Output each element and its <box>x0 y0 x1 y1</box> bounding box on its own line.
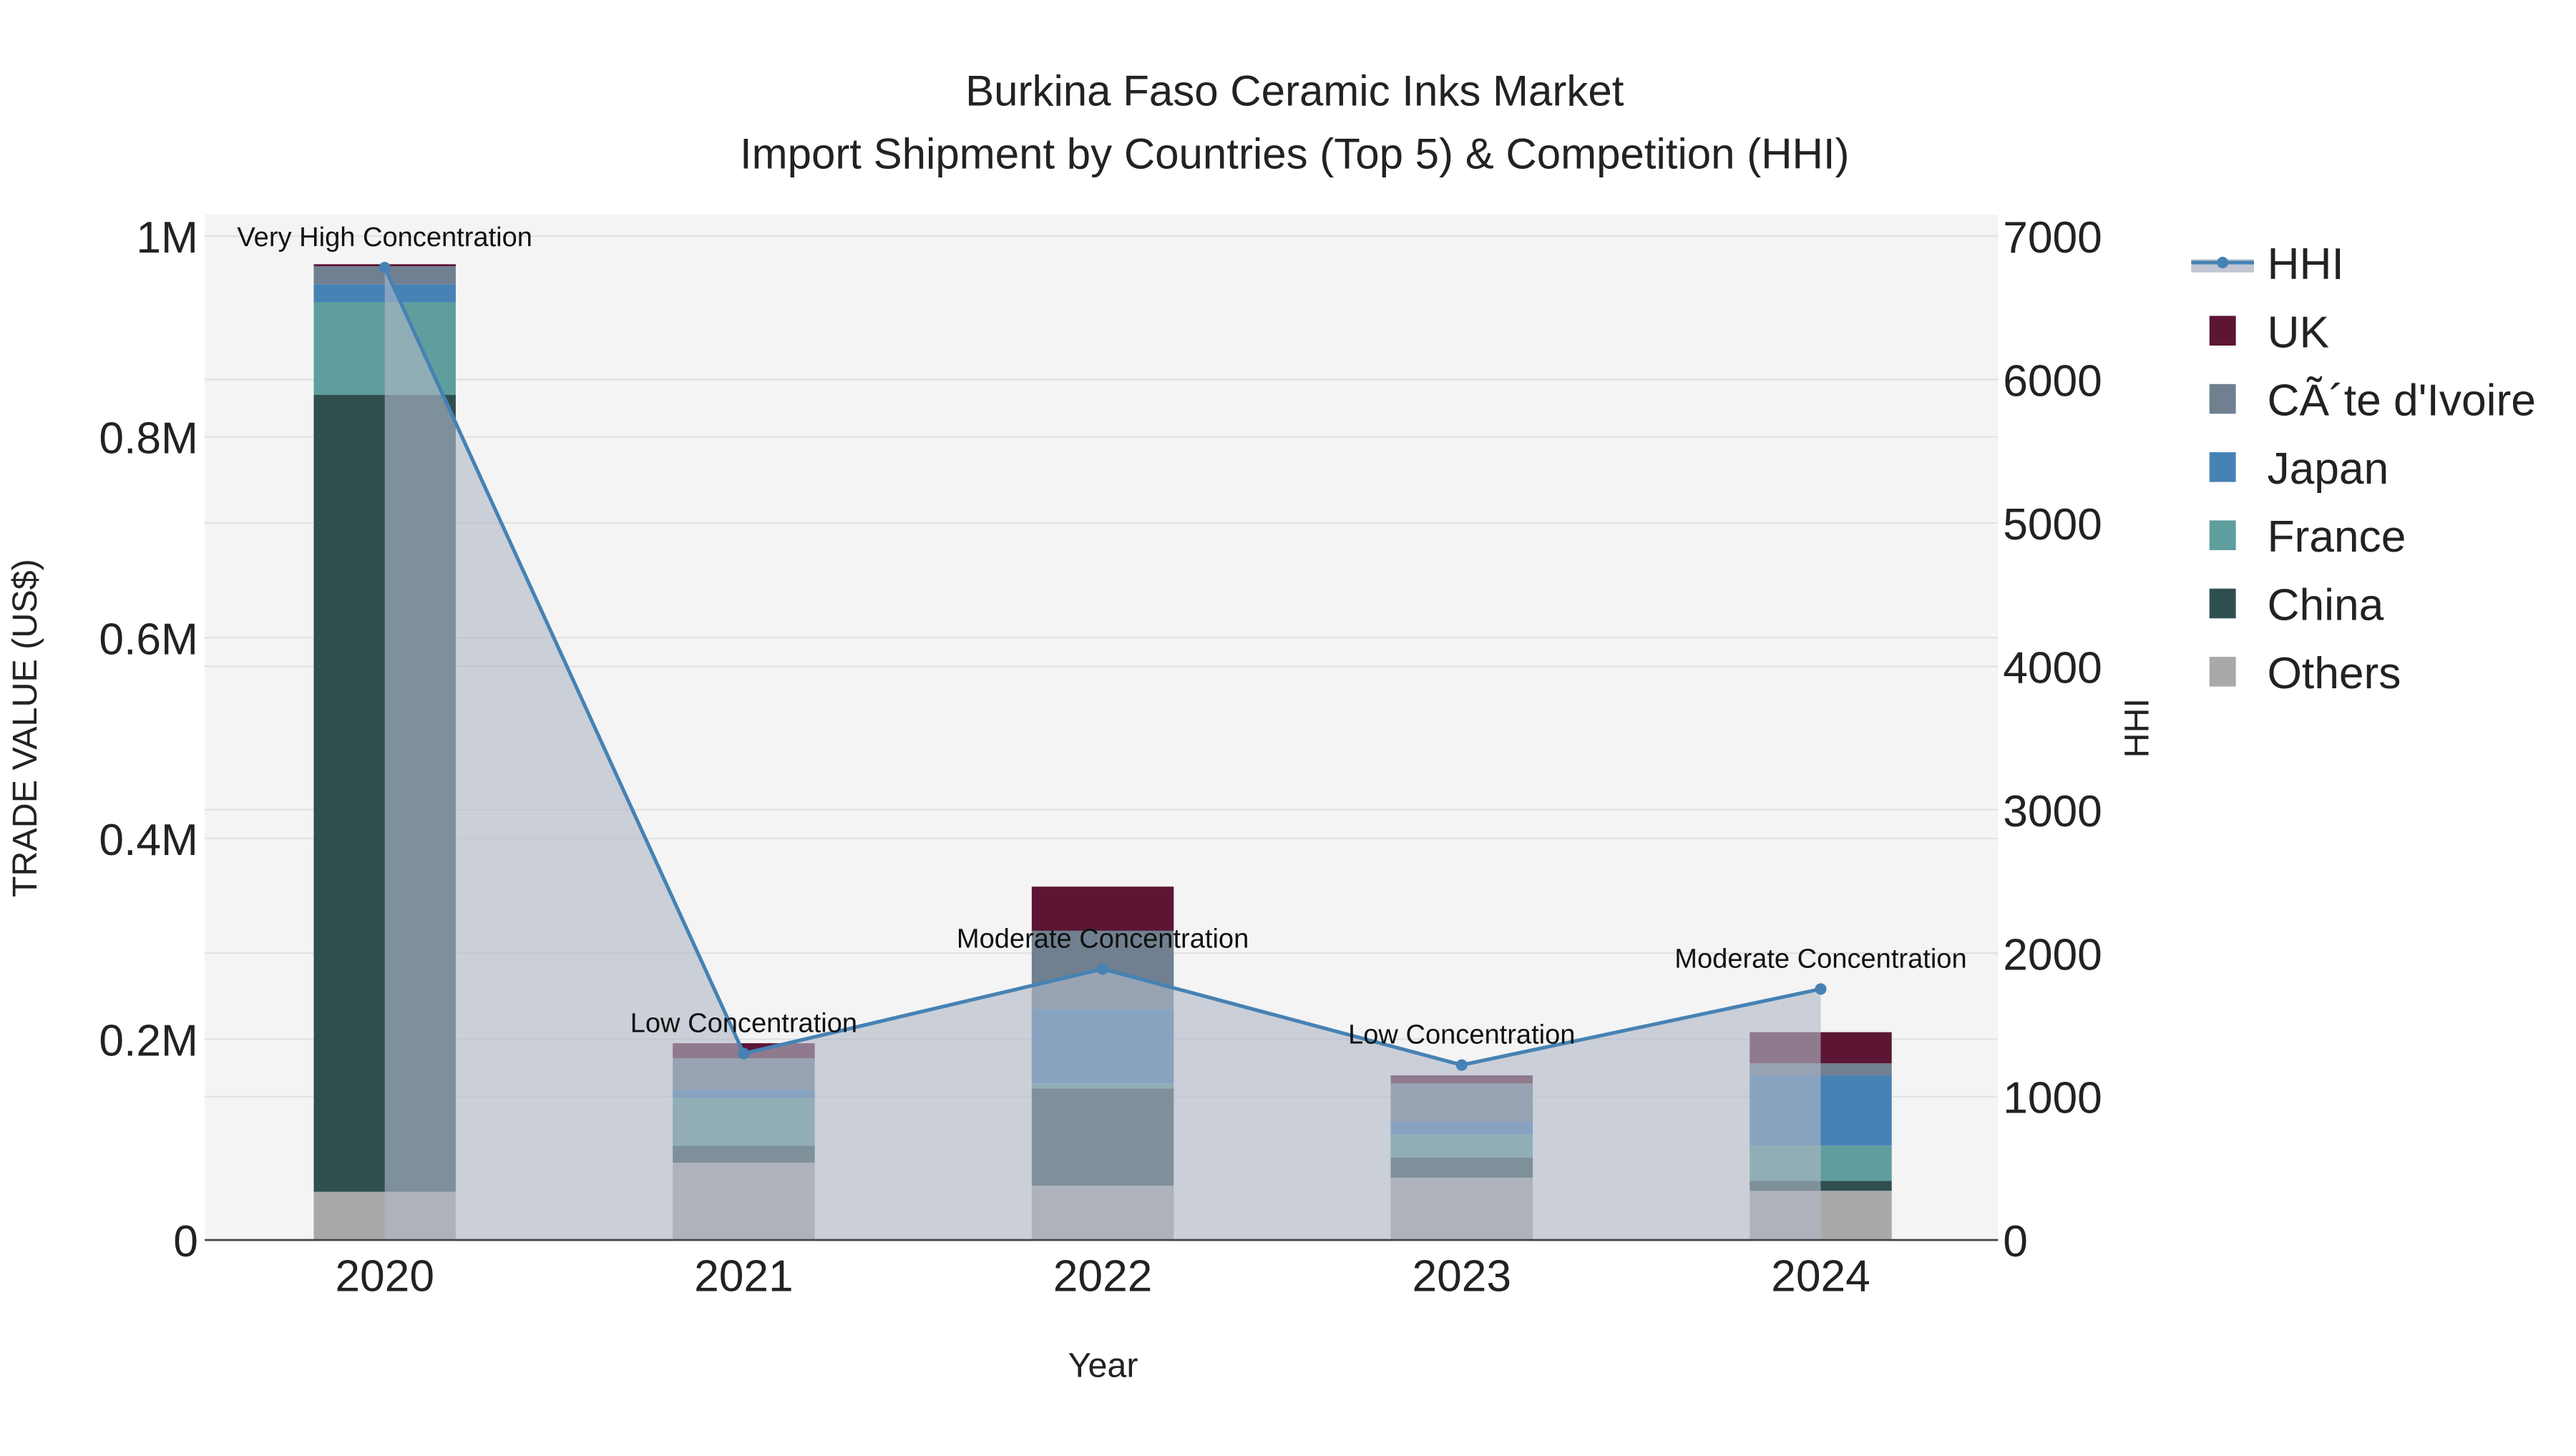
y2-tick-label: 5000 <box>2003 500 2102 549</box>
y2-tick-label: 0 <box>2003 1217 2028 1266</box>
hhi-annotation: Moderate Concentration <box>1674 944 1966 974</box>
legend-label[interactable]: Japan <box>2267 444 2389 494</box>
chart: Burkina Faso Ceramic Inks Market Import … <box>6 67 2536 1385</box>
y2-tick-label: 1000 <box>2003 1074 2102 1123</box>
legend-hhi-marker <box>2217 256 2229 269</box>
chart-container: Burkina Faso Ceramic Inks Market Import … <box>0 0 2576 1449</box>
legend-swatch <box>2209 657 2236 687</box>
legend-label[interactable]: HHI <box>2267 240 2343 289</box>
y-tick-label: 0 <box>173 1217 198 1266</box>
chart-title-line2: Import Shipment by Countries (Top 5) & C… <box>740 130 1850 177</box>
y2-tick-label: 2000 <box>2003 930 2102 979</box>
legend-swatch <box>2209 452 2236 482</box>
legend-label[interactable]: Others <box>2267 649 2401 698</box>
x-tick-label: 2023 <box>1412 1252 1511 1301</box>
x-tick-label: 2021 <box>694 1252 794 1301</box>
x-tick-label: 2020 <box>335 1252 434 1301</box>
y-tick-label: 1M <box>136 213 198 263</box>
y-tick-label: 0.2M <box>99 1017 198 1066</box>
legend-label[interactable]: China <box>2267 581 2384 630</box>
hhi-annotation: Moderate Concentration <box>957 924 1249 954</box>
hhi-point-2022 <box>1097 963 1109 975</box>
y-tick-label: 0.4M <box>99 816 198 865</box>
y2-tick-label: 6000 <box>2003 357 2102 406</box>
x-axis-title: Year <box>1068 1347 1138 1385</box>
legend-swatch <box>2209 588 2236 619</box>
hhi-annotation: Low Concentration <box>630 1009 857 1039</box>
hhi-point-2023 <box>1455 1059 1468 1071</box>
hhi-annotation: Very High Concentration <box>237 223 532 253</box>
hhi-annotation: Low Concentration <box>1348 1020 1575 1050</box>
hhi-point-2021 <box>738 1047 750 1060</box>
legend-label[interactable]: UK <box>2267 308 2329 357</box>
legend-swatch <box>2209 383 2236 414</box>
y-tick-label: 0.6M <box>99 615 198 664</box>
legend-label[interactable]: CÃ´te d'Ivoire <box>2267 376 2535 426</box>
hhi-point-2024 <box>1815 983 1827 995</box>
x-tick-label: 2024 <box>1771 1252 1870 1301</box>
y2-tick-label: 3000 <box>2003 787 2102 836</box>
legend-swatch <box>2209 316 2236 346</box>
hhi-point-2020 <box>379 262 391 274</box>
y2-tick-label: 4000 <box>2003 643 2102 693</box>
y2-tick-label: 7000 <box>2003 213 2102 263</box>
x-tick-label: 2022 <box>1053 1252 1153 1301</box>
y-axis-title: TRADE VALUE (US$) <box>6 559 44 897</box>
legend-swatch <box>2209 520 2236 550</box>
y2-axis-title: HHI <box>2117 698 2156 758</box>
legend-label[interactable]: France <box>2267 512 2406 562</box>
y-tick-label: 0.8M <box>99 414 198 464</box>
chart-title-line1: Burkina Faso Ceramic Inks Market <box>965 67 1624 115</box>
